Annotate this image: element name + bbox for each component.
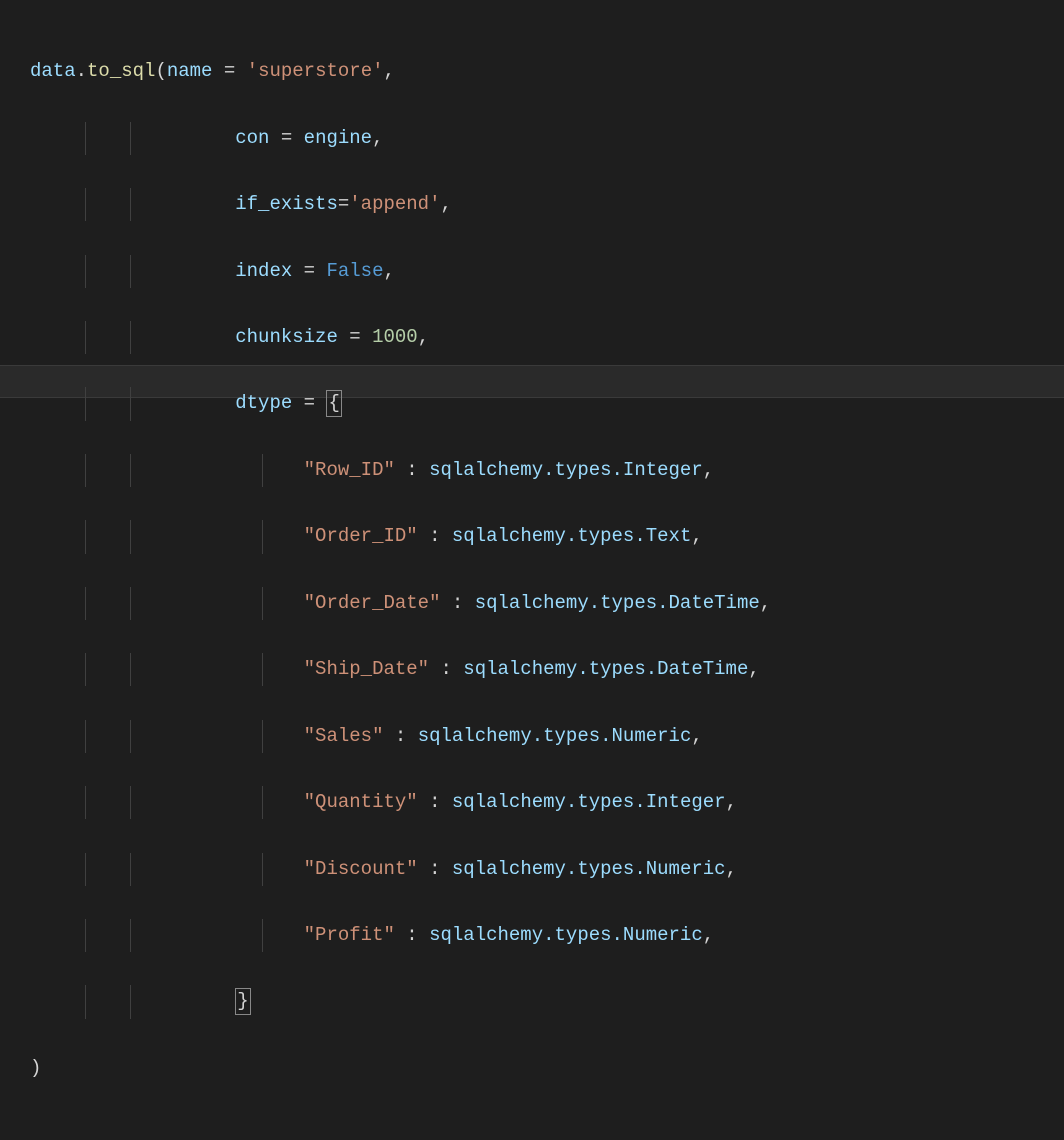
dict-value: sqlalchemy.types.Text [452, 525, 691, 547]
code-line[interactable]: con = engine, [30, 122, 1064, 155]
constant: False [326, 260, 383, 282]
code-line[interactable]: index = False, [30, 255, 1064, 288]
code-line[interactable]: "Order_ID" : sqlalchemy.types.Text, [30, 520, 1064, 553]
param-name: chunksize [235, 326, 338, 348]
param-name: dtype [235, 392, 292, 414]
code-editor[interactable]: data.to_sql(name = 'superstore', con = e… [30, 22, 1064, 1118]
dict-key: "Order_Date" [304, 592, 441, 614]
dict-key: "Order_ID" [304, 525, 418, 547]
variable: engine [304, 127, 372, 149]
code-line[interactable]: } [30, 985, 1064, 1018]
param-name: if_exists [235, 193, 338, 215]
dict-value: sqlalchemy.types.Numeric [452, 858, 726, 880]
dict-value: sqlalchemy.types.Integer [452, 791, 726, 813]
code-line[interactable]: "Quantity" : sqlalchemy.types.Integer, [30, 786, 1064, 819]
code-line[interactable]: "Order_Date" : sqlalchemy.types.DateTime… [30, 587, 1064, 620]
param-name: con [235, 127, 269, 149]
dict-key: "Row_ID" [304, 459, 395, 481]
equals: = [212, 60, 246, 82]
code-line[interactable]: "Sales" : sqlalchemy.types.Numeric, [30, 720, 1064, 753]
dict-value: sqlalchemy.types.Integer [429, 459, 703, 481]
param-name: index [235, 260, 292, 282]
code-line[interactable]: chunksize = 1000, [30, 321, 1064, 354]
dict-value: sqlalchemy.types.DateTime [463, 658, 748, 680]
dict-key: "Quantity" [304, 791, 418, 813]
dict-value: sqlalchemy.types.Numeric [429, 924, 703, 946]
paren-open: ( [155, 60, 166, 82]
dict-key: "Ship_Date" [304, 658, 429, 680]
code-line[interactable]: "Discount" : sqlalchemy.types.Numeric, [30, 853, 1064, 886]
dict-key: "Profit" [304, 924, 395, 946]
variable: data [30, 60, 76, 82]
code-line[interactable]: "Row_ID" : sqlalchemy.types.Integer, [30, 454, 1064, 487]
code-line[interactable]: data.to_sql(name = 'superstore', [30, 55, 1064, 88]
method-name: to_sql [87, 60, 155, 82]
code-line[interactable]: "Profit" : sqlalchemy.types.Numeric, [30, 919, 1064, 952]
brace-open-matched: { [326, 390, 341, 417]
code-line[interactable]: "Ship_Date" : sqlalchemy.types.DateTime, [30, 653, 1064, 686]
brace-close-matched: } [235, 988, 250, 1015]
code-line[interactable]: dtype = { [30, 387, 1064, 420]
param-name: name [167, 60, 213, 82]
dot: . [76, 60, 87, 82]
dict-value: sqlalchemy.types.DateTime [475, 592, 760, 614]
paren-close: ) [30, 1057, 41, 1079]
string-literal: 'append' [349, 193, 440, 215]
string-literal: 'superstore' [247, 60, 384, 82]
code-line[interactable]: if_exists='append', [30, 188, 1064, 221]
number-literal: 1000 [372, 326, 418, 348]
dict-value: sqlalchemy.types.Numeric [418, 725, 692, 747]
dict-key: "Discount" [304, 858, 418, 880]
code-line[interactable]: ) [30, 1052, 1064, 1085]
dict-key: "Sales" [304, 725, 384, 747]
comma: , [384, 60, 395, 82]
